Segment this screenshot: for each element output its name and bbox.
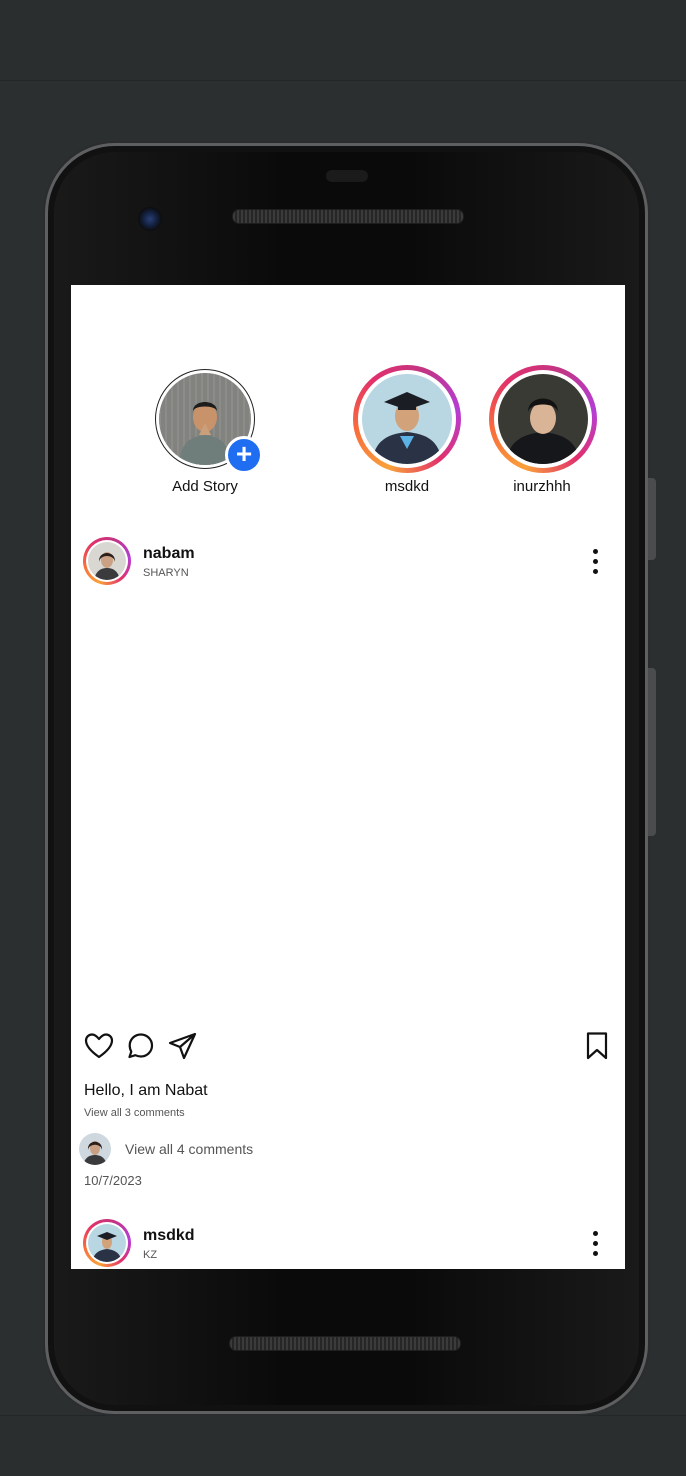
story-item[interactable] bbox=[489, 365, 597, 473]
post-header: msdkd KZ bbox=[71, 1219, 625, 1269]
ring-gap bbox=[86, 1222, 128, 1264]
story-item[interactable] bbox=[353, 365, 461, 473]
more-vertical-icon[interactable] bbox=[593, 549, 599, 579]
add-story-plus-icon[interactable]: + bbox=[225, 436, 263, 474]
heart-icon[interactable] bbox=[83, 1030, 115, 1062]
phone-sensor bbox=[326, 170, 368, 182]
bookmark-icon[interactable] bbox=[581, 1030, 613, 1062]
view-all-comments-link[interactable]: View all 4 comments bbox=[125, 1141, 253, 1157]
send-icon[interactable] bbox=[167, 1030, 199, 1062]
window-bottom-band bbox=[0, 1415, 686, 1476]
power-button bbox=[648, 478, 656, 560]
ring-gap bbox=[86, 540, 128, 582]
story-label: msdkd bbox=[384, 478, 430, 495]
post-avatar-ring[interactable] bbox=[83, 537, 131, 585]
avatar bbox=[498, 374, 588, 464]
view-comments-link[interactable]: View all 3 comments bbox=[84, 1107, 185, 1119]
window-top-band bbox=[0, 0, 686, 81]
app-screen: + Add Story msdkd inurzhhh nabam SHARYN … bbox=[71, 285, 625, 1269]
avatar bbox=[362, 374, 452, 464]
post-avatar-ring[interactable] bbox=[83, 1219, 131, 1267]
post-subtitle: SHARYN bbox=[143, 567, 189, 579]
post-username[interactable]: nabam bbox=[143, 545, 195, 563]
post-actions bbox=[83, 1030, 613, 1064]
story-add[interactable]: + bbox=[155, 369, 263, 474]
post-caption: Hello, I am Nabat bbox=[84, 1082, 208, 1099]
avatar bbox=[79, 1133, 111, 1165]
post-header: nabam SHARYN bbox=[71, 537, 625, 589]
story-label: inurzhhh bbox=[513, 478, 571, 495]
earpiece-speaker bbox=[232, 209, 464, 224]
story-label: Add Story bbox=[172, 478, 238, 495]
post-username[interactable]: msdkd bbox=[143, 1227, 195, 1245]
avatar bbox=[88, 1224, 126, 1262]
post-subtitle: KZ bbox=[143, 1249, 158, 1261]
more-vertical-icon[interactable] bbox=[593, 1231, 599, 1261]
front-camera bbox=[138, 207, 162, 231]
volume-button bbox=[648, 668, 656, 836]
avatar bbox=[88, 542, 126, 580]
comment-icon[interactable] bbox=[125, 1030, 157, 1062]
post-date: 10/7/2023 bbox=[84, 1173, 142, 1188]
bottom-speaker bbox=[229, 1336, 461, 1351]
